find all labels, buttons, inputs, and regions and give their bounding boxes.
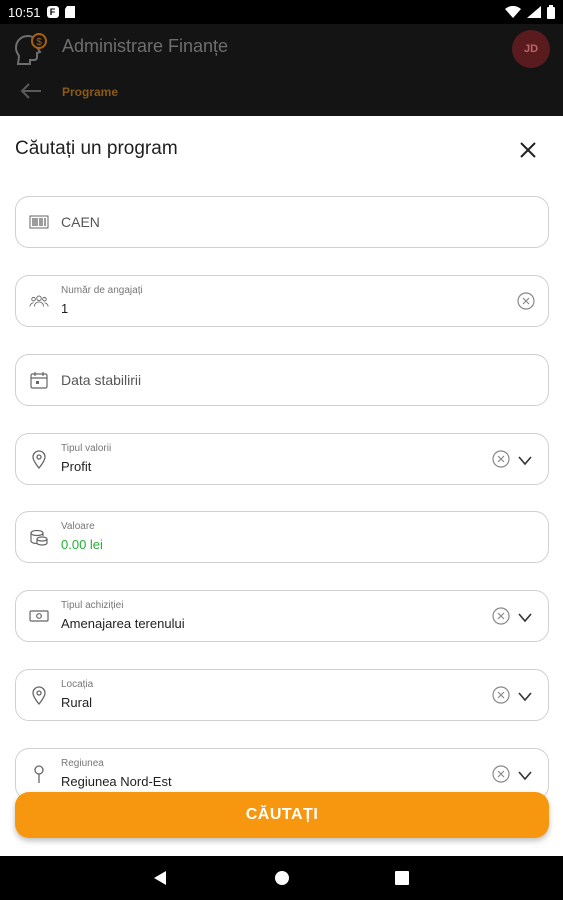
employees-field[interactable]: Număr de angajați 1 (15, 275, 549, 327)
amount-field[interactable]: Valoare 0.00 lei (15, 511, 549, 563)
dialog-title: Căutați un program (15, 138, 178, 159)
map-pin-icon (29, 764, 49, 784)
employees-label: Număr de angajați (61, 285, 143, 296)
signal-icon (527, 6, 541, 18)
app-header: $ Administrare Finanțe JD Programe (0, 24, 563, 116)
home-nav-icon[interactable] (272, 868, 292, 888)
wifi-icon (505, 6, 521, 18)
employees-value: 1 (61, 301, 69, 316)
close-button[interactable] (516, 138, 540, 162)
amount-value: 0.00 lei (61, 537, 103, 552)
location-pin-icon (29, 449, 49, 469)
location-pin-icon (29, 685, 49, 705)
chevron-down-icon[interactable] (517, 689, 533, 703)
people-icon (29, 291, 49, 311)
status-bar: 10:51 F (0, 0, 563, 24)
clear-icon[interactable] (491, 685, 511, 705)
region-label: Regiunea (61, 758, 104, 769)
value-type-label: Tipul valorii (61, 443, 112, 454)
amount-label: Valoare (61, 521, 95, 532)
caen-field[interactable]: CAEN (15, 196, 549, 248)
chevron-down-icon[interactable] (517, 768, 533, 782)
banknote-icon (29, 606, 49, 626)
value-type-select[interactable]: Tipul valorii Profit (15, 433, 549, 485)
acquisition-type-select[interactable]: Tipul achiziției Amenajarea terenului (15, 590, 549, 642)
caen-placeholder: CAEN (61, 214, 100, 230)
status-time: 10:51 (8, 4, 41, 20)
system-nav-bar (0, 856, 563, 900)
date-field[interactable]: Data stabilirii (15, 354, 549, 406)
sd-card-icon (64, 6, 75, 18)
back-arrow-icon[interactable] (20, 82, 42, 100)
barcode-icon (29, 212, 49, 232)
acquisition-type-value: Amenajarea terenului (61, 616, 185, 631)
search-dialog: Căutați un program CAEN Număr de angajaț… (0, 116, 563, 856)
coins-icon (29, 527, 49, 547)
region-value: Regiunea Nord-Est (61, 774, 172, 789)
location-label: Locația (61, 679, 94, 690)
notification-app-icon: F (46, 6, 59, 18)
svg-text:$: $ (36, 37, 42, 48)
battery-icon (547, 5, 555, 19)
location-value: Rural (61, 695, 93, 710)
date-placeholder: Data stabilirii (61, 372, 142, 388)
clear-icon[interactable] (491, 606, 511, 626)
back-nav-icon[interactable] (150, 868, 170, 888)
clear-icon[interactable] (491, 449, 511, 469)
avatar[interactable]: JD (512, 30, 550, 68)
app-logo-icon: $ (14, 33, 47, 65)
close-icon (520, 142, 536, 158)
acquisition-type-label: Tipul achiziției (61, 600, 124, 611)
location-select[interactable]: Locația Rural (15, 669, 549, 721)
recents-nav-icon[interactable] (392, 868, 412, 888)
breadcrumb[interactable]: Programe (62, 85, 118, 99)
clear-icon[interactable] (491, 764, 511, 784)
search-button[interactable]: CĂUTAȚI (15, 792, 549, 838)
clear-icon[interactable] (516, 291, 536, 311)
value-type-value: Profit (61, 459, 92, 474)
calendar-icon (29, 370, 49, 390)
chevron-down-icon[interactable] (517, 453, 533, 467)
chevron-down-icon[interactable] (517, 610, 533, 624)
app-title: Administrare Finanțe (62, 36, 229, 56)
